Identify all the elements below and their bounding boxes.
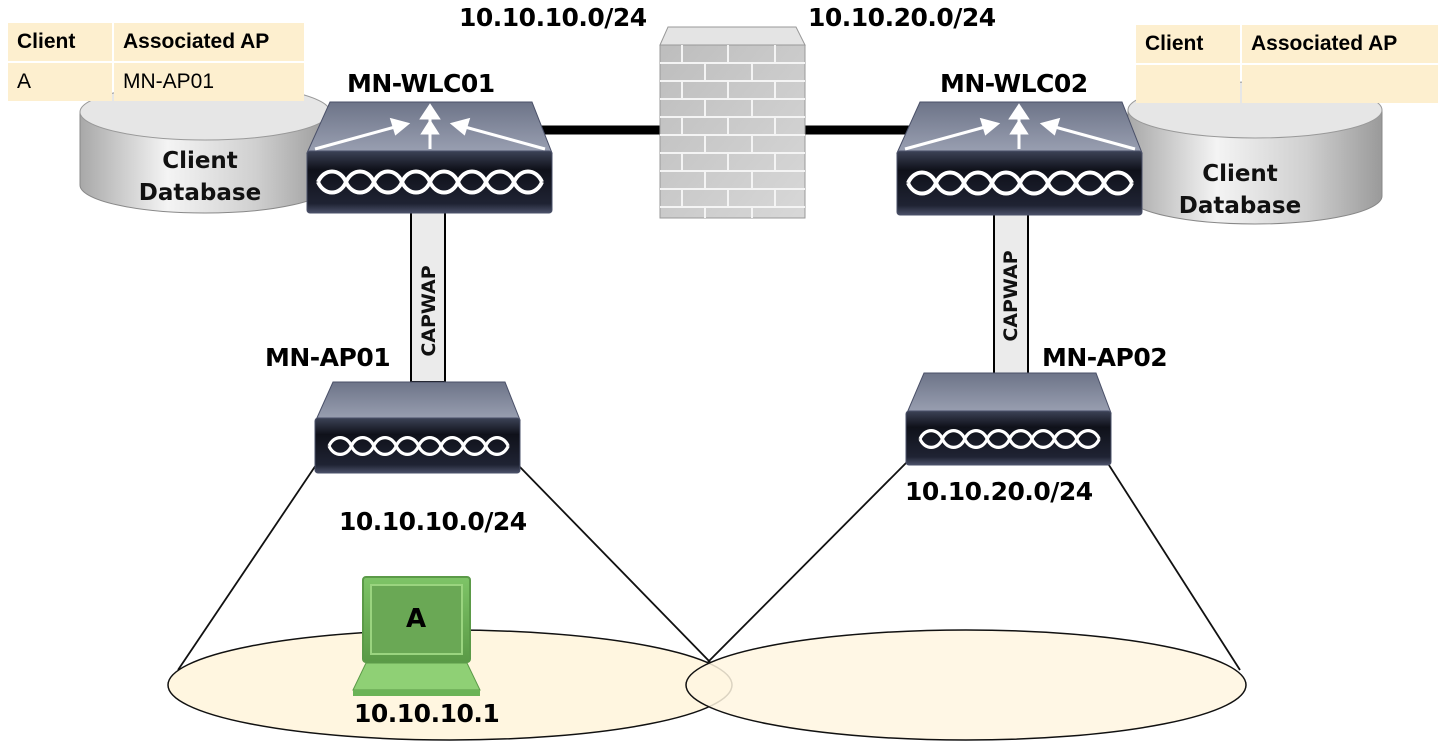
top-subnet-left-label: 10.10.10.0/24 [459, 3, 647, 32]
ap2-name-label: MN-AP02 [1042, 343, 1168, 372]
capwap-label-2: CAPWAP [1000, 250, 1022, 342]
table-cell-client [1136, 65, 1240, 103]
wlc1-name-label: MN-WLC01 [347, 69, 495, 98]
table-row: A MN-AP01 [8, 63, 304, 101]
table-cell-associated-ap: MN-AP01 [114, 63, 304, 101]
ap1-name-label: MN-AP01 [265, 343, 391, 372]
table-cell-associated-ap [1242, 65, 1438, 103]
table-header-client: Client [8, 23, 112, 61]
laptop-client-icon [352, 576, 481, 696]
table-header-row: Client Associated AP [1136, 25, 1438, 63]
table-header-row: Client Associated AP [8, 23, 304, 61]
access-point-icon-1 [314, 381, 521, 474]
table-header-client: Client [1136, 25, 1240, 63]
top-subnet-right-label: 10.10.20.0/24 [808, 3, 996, 32]
ap1-subnet-label: 10.10.10.0/24 [339, 507, 527, 536]
table-header-associated-ap: Associated AP [1242, 25, 1438, 63]
table-cell-client: A [8, 63, 112, 101]
access-point-icon-2 [905, 372, 1112, 466]
association-table-wlc1: Client Associated AP A MN-AP01 [6, 21, 306, 103]
coverage-area-ap2 [685, 629, 1247, 741]
client-database-1-label: Client Database [110, 145, 290, 209]
firewall-icon [659, 26, 806, 219]
client-letter-label: A [406, 604, 427, 634]
network-diagram [79, 26, 1383, 741]
wlc-icon-2 [896, 101, 1143, 216]
client-database-2-label: Client Database [1150, 158, 1330, 222]
client-database-1-line2: Database [138, 180, 262, 206]
capwap-label-1: CAPWAP [418, 265, 440, 357]
wlc-icon-1 [306, 101, 553, 214]
table-header-associated-ap: Associated AP [114, 23, 304, 61]
client-database-1-line1: Client [162, 148, 238, 174]
client-ip-label: 10.10.10.1 [354, 699, 500, 728]
association-table-wlc2: Client Associated AP [1134, 23, 1440, 105]
client-database-2-line1: Client [1202, 161, 1278, 187]
ap2-subnet-label: 10.10.20.0/24 [905, 477, 1093, 506]
table-row [1136, 65, 1438, 103]
client-database-2-line2: Database [1178, 193, 1302, 219]
wlc2-name-label: MN-WLC02 [940, 69, 1088, 98]
